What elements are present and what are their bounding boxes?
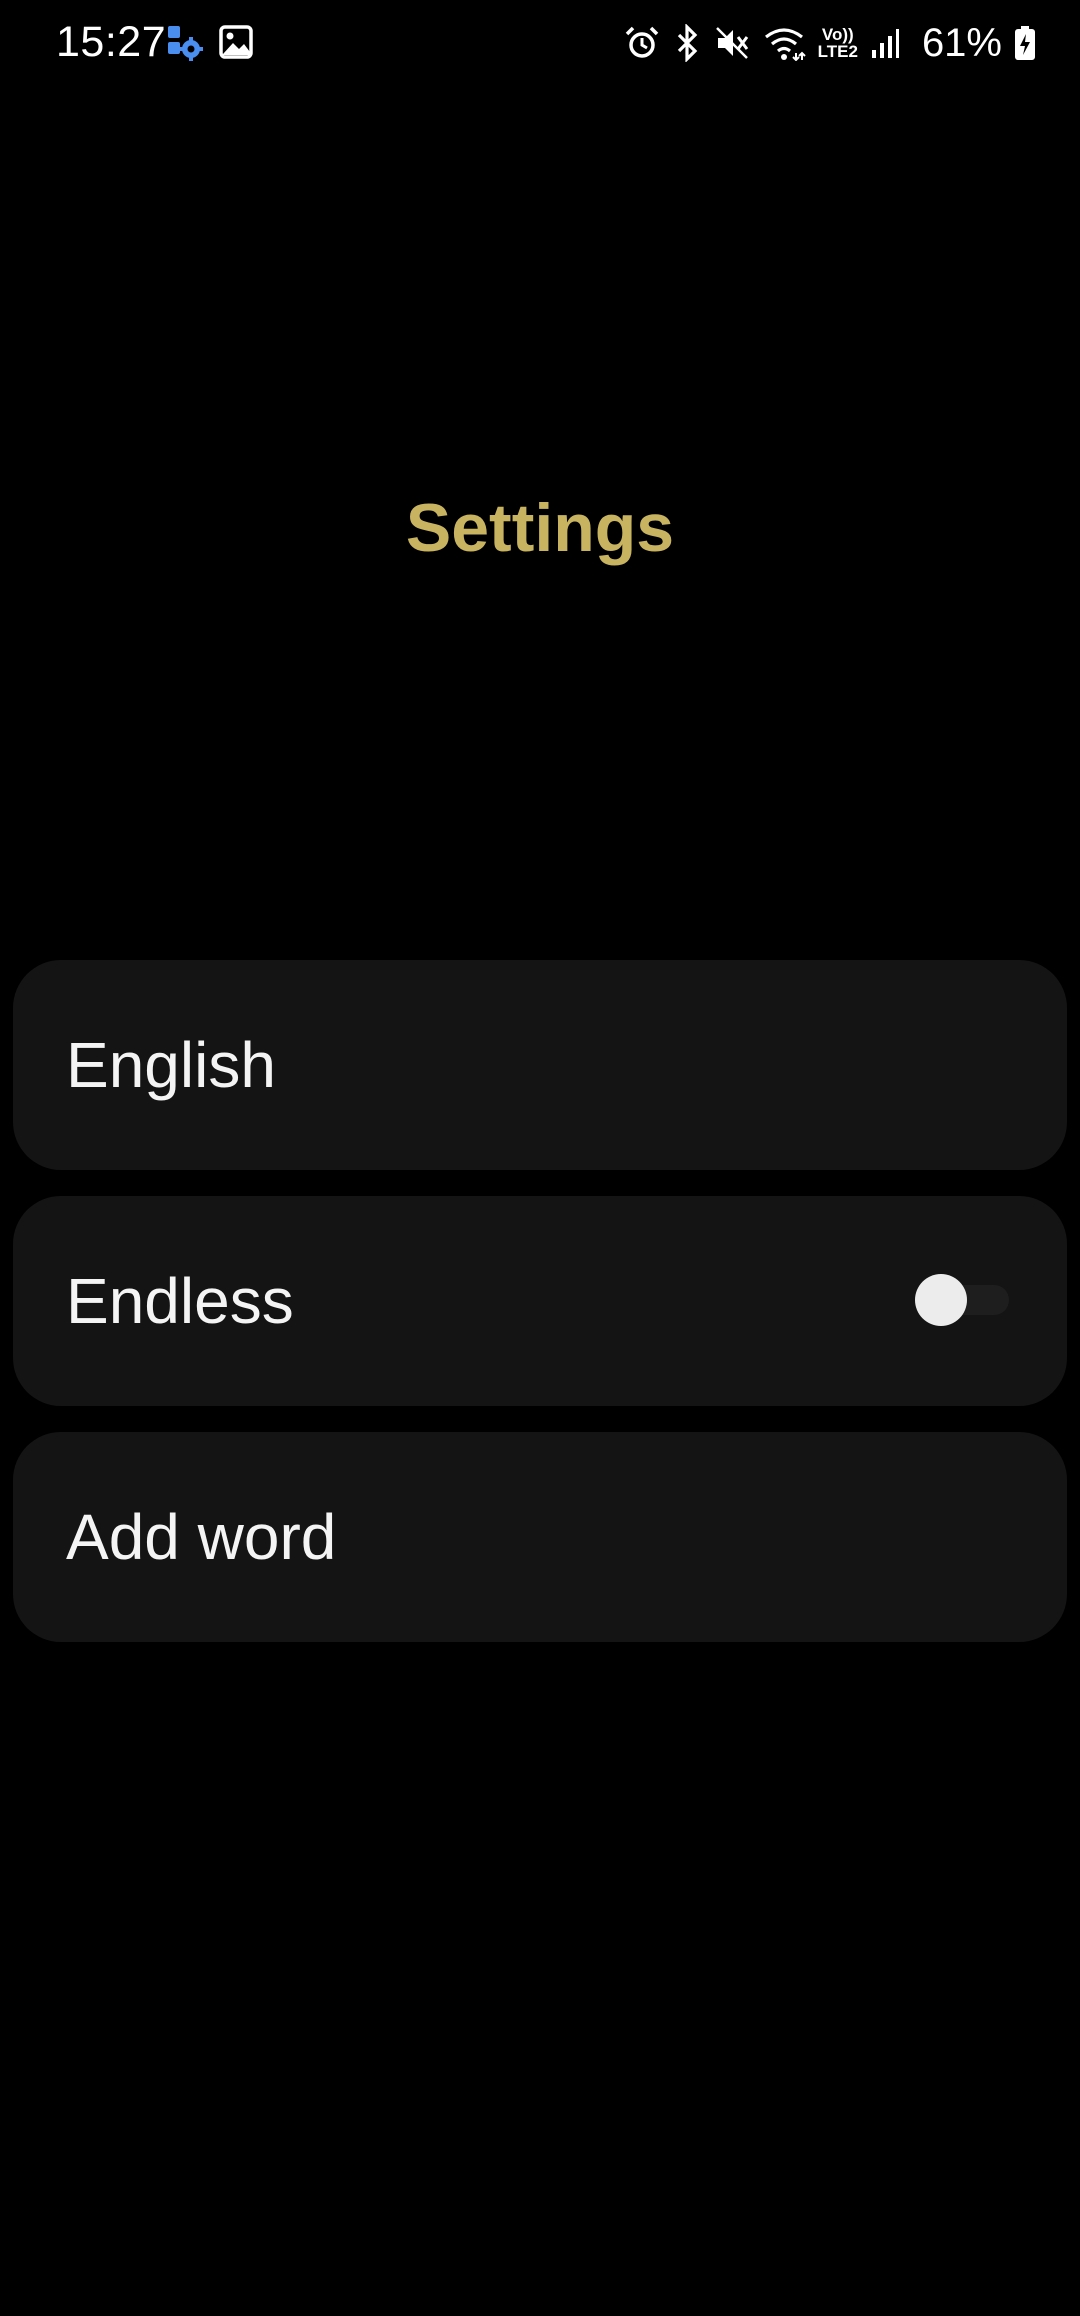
status-left-icons <box>164 22 254 66</box>
signal-icon <box>870 26 900 60</box>
alarm-icon <box>624 25 660 61</box>
volte-lte2-icon: Vo)) LTE2 <box>818 26 858 60</box>
status-bar: 15:27 Vo)) LTE2 61% <box>0 0 1080 86</box>
wifi-icon <box>762 25 806 61</box>
setting-row-add-word[interactable]: Add word <box>13 1432 1067 1642</box>
setting-label-endless: Endless <box>66 1265 294 1337</box>
status-time: 15:27 <box>56 18 167 66</box>
setting-label-english: English <box>66 1029 276 1101</box>
network-label-top: Vo)) <box>821 25 854 44</box>
page-title: Settings <box>405 490 675 566</box>
toggle-knob <box>915 1274 967 1326</box>
bluetooth-icon <box>672 24 702 62</box>
automation-gear-icon <box>164 22 204 67</box>
mute-icon <box>714 25 750 61</box>
setting-row-endless[interactable]: Endless <box>13 1196 1067 1406</box>
endless-toggle[interactable] <box>915 1274 1011 1326</box>
setting-row-english[interactable]: English <box>13 960 1067 1170</box>
battery-charging-icon <box>1014 25 1036 61</box>
status-right-icons: Vo)) LTE2 61% <box>624 18 1036 68</box>
settings-list: English Endless Add word <box>13 960 1067 1668</box>
network-label-bottom: LTE2 <box>817 42 858 61</box>
gallery-image-icon <box>218 24 254 65</box>
battery-percent: 61% <box>921 21 1002 65</box>
setting-label-add-word: Add word <box>66 1501 337 1573</box>
